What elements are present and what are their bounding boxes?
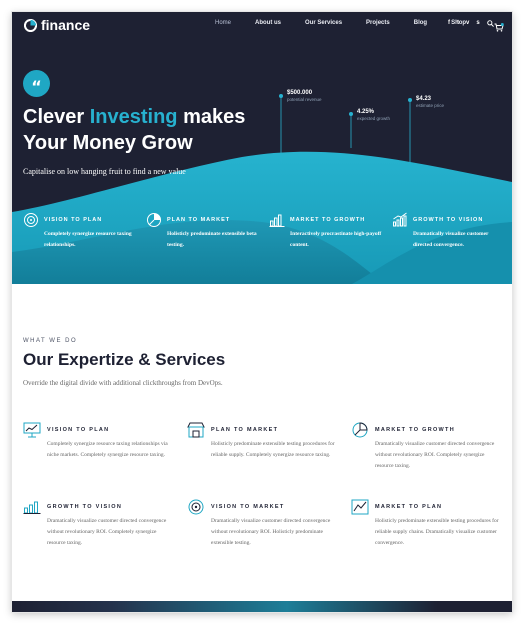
service-title: MARKET TO PLAN bbox=[375, 504, 443, 510]
search-icon[interactable] bbox=[486, 20, 494, 27]
section-kicker: WHAT WE DO bbox=[23, 338, 78, 344]
service-desc: Completely synergize resource taxing rel… bbox=[47, 441, 168, 458]
skype-icon[interactable]: s bbox=[476, 20, 479, 27]
pie-chart-icon bbox=[147, 213, 161, 227]
bar-chart-icon bbox=[23, 501, 41, 514]
stat-label: potential revenue bbox=[287, 97, 322, 102]
stat-price: $4.23 estimate price bbox=[416, 96, 444, 108]
menu-item-services[interactable]: Our Services bbox=[305, 20, 342, 26]
hero-feature-desc: Interactively procrastinate high-payoff … bbox=[290, 231, 382, 248]
service-market-to-growth: MARKET TO GROWTH Dramatically visualize … bbox=[351, 422, 501, 472]
hero-feature-title: GROWTH TO VISION bbox=[413, 217, 484, 223]
stat-label: expected growth bbox=[357, 116, 391, 121]
service-plan-to-market: PLAN TO MARKET Holisticly predominate ex… bbox=[187, 422, 337, 461]
hero-title-accent: Investing bbox=[89, 106, 178, 128]
service-desc: Dramatically visualize customer directed… bbox=[375, 441, 495, 469]
section-subtitle: Override the digital divide with additio… bbox=[23, 379, 223, 387]
stat-label: estimate price bbox=[416, 103, 445, 108]
service-desc: Dramatically visualize customer directed… bbox=[211, 518, 331, 546]
hero-feature-desc: Holisticly predominate extensible beta t… bbox=[167, 231, 257, 248]
hero-feature-desc: Dramatically visualize customer directed… bbox=[413, 231, 489, 248]
section-title: Our Expertize & Services bbox=[23, 350, 226, 369]
hero-feature-title: VISION TO PLAN bbox=[44, 217, 103, 223]
stat-value: 4.25% bbox=[357, 109, 375, 115]
logo-text: finance bbox=[41, 17, 91, 33]
service-desc: Holisticly predominate extensible testin… bbox=[211, 441, 335, 458]
quote-icon: “ bbox=[23, 70, 50, 97]
cart-icon bbox=[494, 23, 504, 32]
hero-title: Clever Investing makes Your Money Grow bbox=[23, 104, 283, 156]
service-title: GROWTH TO VISION bbox=[47, 504, 123, 510]
next-section-band bbox=[12, 601, 512, 612]
menu-item-blog[interactable]: Blog bbox=[414, 20, 427, 26]
bar-chart-icon bbox=[269, 214, 285, 227]
service-title: VISION TO MARKET bbox=[211, 504, 285, 510]
target-icon bbox=[188, 499, 204, 515]
presentation-chart-icon bbox=[23, 422, 41, 438]
hero-feature-vision-to-plan: VISION TO PLAN Completely synergize reso… bbox=[23, 212, 138, 251]
pie-chart-icon bbox=[352, 422, 368, 438]
hero-subtitle: Capitalise on low hanging fruit to find … bbox=[23, 167, 186, 176]
stat-value: $4.23 bbox=[416, 96, 432, 102]
menu-item-about[interactable]: About us bbox=[255, 20, 281, 26]
hero-title-pre: Clever bbox=[23, 106, 90, 128]
target-icon bbox=[24, 213, 38, 227]
hero-feature-market-to-growth: MARKET TO GROWTH Interactively procrasti… bbox=[269, 212, 384, 251]
logo-pie-icon bbox=[24, 18, 37, 32]
menu-item-projects[interactable]: Projects bbox=[366, 20, 390, 26]
facebook-icon[interactable]: f bbox=[448, 20, 450, 27]
hero-section: finance Home About us Our Services Proje… bbox=[12, 12, 512, 284]
vimeo-icon[interactable]: v bbox=[466, 20, 469, 27]
logo[interactable]: finance bbox=[24, 17, 90, 33]
page-frame: finance Home About us Our Services Proje… bbox=[12, 12, 512, 612]
trend-line-icon bbox=[351, 499, 369, 515]
service-vision-to-market: VISION TO MARKET Dramatically visualize … bbox=[187, 499, 337, 549]
service-desc: Dramatically visualize customer directed… bbox=[47, 518, 167, 546]
service-title: PLAN TO MARKET bbox=[211, 427, 279, 433]
stat-value: $500.000 bbox=[287, 90, 313, 96]
hero-title-post: makes bbox=[177, 106, 246, 128]
service-growth-to-vision: GROWTH TO VISION Dramatically visualize … bbox=[23, 499, 173, 549]
hero-feature-growth-to-vision: GROWTH TO VISION Dramatically visualize … bbox=[392, 212, 507, 251]
growth-chart-icon bbox=[393, 212, 407, 227]
hero-feature-desc: Completely synergize resource taxing rel… bbox=[44, 231, 132, 248]
service-market-to-plan: MARKET TO PLAN Holisticly predominate ex… bbox=[351, 499, 501, 549]
social-links: f t v s bbox=[448, 20, 494, 27]
hero-feature-title: MARKET TO GROWTH bbox=[290, 217, 366, 223]
hero-feature-title: PLAN TO MARKET bbox=[167, 217, 231, 223]
stat-revenue: $500.000 potential revenue bbox=[287, 90, 322, 102]
service-title: VISION TO PLAN bbox=[47, 427, 110, 433]
cart-button[interactable] bbox=[494, 19, 504, 37]
service-desc: Holisticly predominate extensible testin… bbox=[375, 518, 499, 546]
hero-title-line2: Your Money Grow bbox=[23, 132, 193, 154]
top-navigation: finance Home About us Our Services Proje… bbox=[12, 12, 512, 38]
stat-growth: 4.25% expected growth bbox=[357, 109, 390, 121]
service-title: MARKET TO GROWTH bbox=[375, 427, 455, 433]
twitter-icon[interactable]: t bbox=[457, 20, 459, 27]
hero-feature-plan-to-market: PLAN TO MARKET Holisticly predominate ex… bbox=[146, 212, 261, 251]
menu-item-home[interactable]: Home bbox=[215, 20, 231, 26]
service-vision-to-plan: VISION TO PLAN Completely synergize reso… bbox=[23, 422, 173, 461]
store-icon bbox=[187, 422, 205, 438]
